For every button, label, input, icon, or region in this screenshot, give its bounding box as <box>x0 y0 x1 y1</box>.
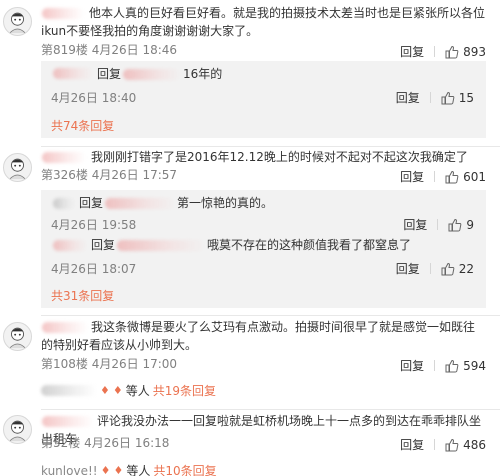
comment-1: 他本人真的巨好看巨好看。就是我的拍摄技术太差当时也是巨紧张所以各位ikun不要怪… <box>0 0 500 140</box>
reply-reply-button[interactable]: 回复 <box>396 89 420 106</box>
flame-icon: ♦ <box>112 384 123 397</box>
comment-time: 4月26日 17:57 <box>91 168 178 182</box>
thumbs-up-icon <box>441 262 455 275</box>
floor-number: 第819楼 <box>41 43 88 57</box>
reply-button[interactable]: 回复 <box>400 436 424 453</box>
reply-time: 4月26日 18:07 <box>51 262 137 276</box>
comment-time: 4月26日 17:00 <box>91 357 178 371</box>
comment-meta: 第108楼 4月26日 17:00 <box>41 357 177 371</box>
avatar[interactable] <box>3 322 32 351</box>
like-button[interactable]: 594 <box>445 359 486 373</box>
more-replies-link[interactable]: 共10条回复 <box>153 462 216 476</box>
thumbs-up-icon <box>448 218 462 231</box>
like-count: 15 <box>458 90 474 105</box>
like-button[interactable]: 601 <box>445 170 486 184</box>
divider <box>41 146 500 147</box>
like-button[interactable]: 893 <box>445 45 486 59</box>
more-replies-link[interactable]: 共74条回复 <box>51 117 114 134</box>
comment-actions: 回复 594 <box>400 357 486 374</box>
reply-like-button[interactable]: 15 <box>441 91 474 105</box>
comment-time: 4月26日 18:46 <box>91 43 178 57</box>
floor-number: 第52楼 <box>41 436 81 450</box>
divider <box>41 409 500 410</box>
flame-icon: ♦ <box>113 464 124 476</box>
reply-button[interactable]: 回复 <box>400 357 424 374</box>
replier-name: kunlove!! <box>41 463 98 476</box>
comment-text: 我刚刚打错字了是2016年12.12晚上的时候对不起对不起这次我确定了 <box>91 150 468 164</box>
replier-blurred <box>41 385 97 396</box>
reply-reply-button[interactable]: 回复 <box>403 216 427 233</box>
reply-like-button[interactable]: 22 <box>441 262 474 276</box>
divider <box>429 263 431 274</box>
flame-icon: ♦ <box>100 384 110 397</box>
comment-4: 评论我没办法一一回复啦就是虹桥机场晚上十一点多的到达在乖乖排队坐出租车 第52楼… <box>0 411 500 476</box>
avatar[interactable] <box>3 415 32 444</box>
divider <box>434 46 436 57</box>
thumbs-up-icon <box>445 170 459 183</box>
floor-number: 第326楼 <box>41 168 88 182</box>
divider <box>437 219 439 230</box>
like-count: 486 <box>463 437 486 452</box>
like-count: 9 <box>466 217 474 232</box>
reply-username-blurred[interactable] <box>53 68 93 79</box>
comment-3: 我这条微博是要火了么艾玛有点激动。拍摄时间很早了就是感觉一如既往的特别好看应该从… <box>0 317 500 399</box>
reply-time: 4月26日 19:58 <box>51 218 137 232</box>
reply-box: 回复 16年的 4月26日 18:40 回复 15 共74条回复 <box>41 61 486 138</box>
reply-preview[interactable]: kunlove!! ♦ ♦ 等人 共10条回复 <box>41 462 217 476</box>
divider <box>434 171 436 182</box>
avatar[interactable] <box>3 153 32 182</box>
floor-number: 第108楼 <box>41 357 88 371</box>
reply-reply-button[interactable]: 回复 <box>396 260 420 277</box>
reply-preview-text: 等人 <box>126 464 151 476</box>
thumbs-up-icon <box>445 45 459 58</box>
reply-like-button[interactable]: 9 <box>448 218 474 232</box>
avatar[interactable] <box>3 7 32 36</box>
reply-time: 4月26日 18:40 <box>51 91 137 105</box>
reply-button[interactable]: 回复 <box>400 43 424 60</box>
flame-icon: ♦ <box>100 464 111 476</box>
reply-text: 回复 16年的 <box>97 67 223 81</box>
divider <box>434 439 436 450</box>
comment-meta: 第819楼 4月26日 18:46 <box>41 43 177 57</box>
divider <box>429 92 431 103</box>
divider <box>41 315 500 316</box>
more-replies-link[interactable]: 共19条回复 <box>153 382 216 399</box>
reply-actions: 回复 22 <box>396 260 474 277</box>
comment-meta: 第326楼 4月26日 17:57 <box>41 168 177 182</box>
comment-actions: 回复 893 <box>400 43 486 60</box>
comment-text: 我这条微博是要火了么艾玛有点激动。拍摄时间很早了就是感觉一如既往的特别好看应该从… <box>41 320 476 352</box>
thumbs-up-icon <box>445 359 459 372</box>
like-button[interactable]: 486 <box>445 438 486 452</box>
divider <box>434 360 436 371</box>
comment-text: 他本人真的巨好看巨好看。就是我的拍摄技术太差当时也是巨紧张所以各位ikun不要怪… <box>41 6 486 38</box>
like-count: 594 <box>463 358 486 373</box>
like-count: 601 <box>463 169 486 184</box>
reply-actions: 回复 15 <box>396 89 474 106</box>
comment-actions: 回复 486 <box>400 436 486 453</box>
more-replies-link[interactable]: 共31条回复 <box>51 287 114 304</box>
comment-meta: 第52楼 4月26日 16:18 <box>41 436 169 450</box>
reply-preview[interactable]: ♦ ♦ 等人 共19条回复 <box>41 382 216 399</box>
like-count: 893 <box>463 44 486 59</box>
reply-actions: 回复 9 <box>403 216 474 233</box>
thumbs-up-icon <box>445 438 459 451</box>
reply-box: 回复 第一惊艳的真的。 4月26日 19:58 回复 9 回复 哦莫不存在的这种颜值… <box>41 190 486 308</box>
reply-username-blurred[interactable] <box>53 198 75 209</box>
thumbs-up-icon <box>441 91 455 104</box>
comment-actions: 回复 601 <box>400 168 486 185</box>
reply-preview-text: 等人 <box>125 384 150 398</box>
reply-button[interactable]: 回复 <box>400 168 424 185</box>
reply-text: 回复 哦莫不存在的这种颜值我看了都窒息了 <box>91 238 412 252</box>
like-count: 22 <box>458 261 474 276</box>
reply-username-blurred[interactable] <box>53 240 87 251</box>
comment-time: 4月26日 16:18 <box>84 436 170 450</box>
comment-2: 我刚刚打错字了是2016年12.12晚上的时候对不起对不起这次我确定了 第326… <box>0 148 500 310</box>
reply-text: 回复 第一惊艳的真的。 <box>79 196 274 210</box>
